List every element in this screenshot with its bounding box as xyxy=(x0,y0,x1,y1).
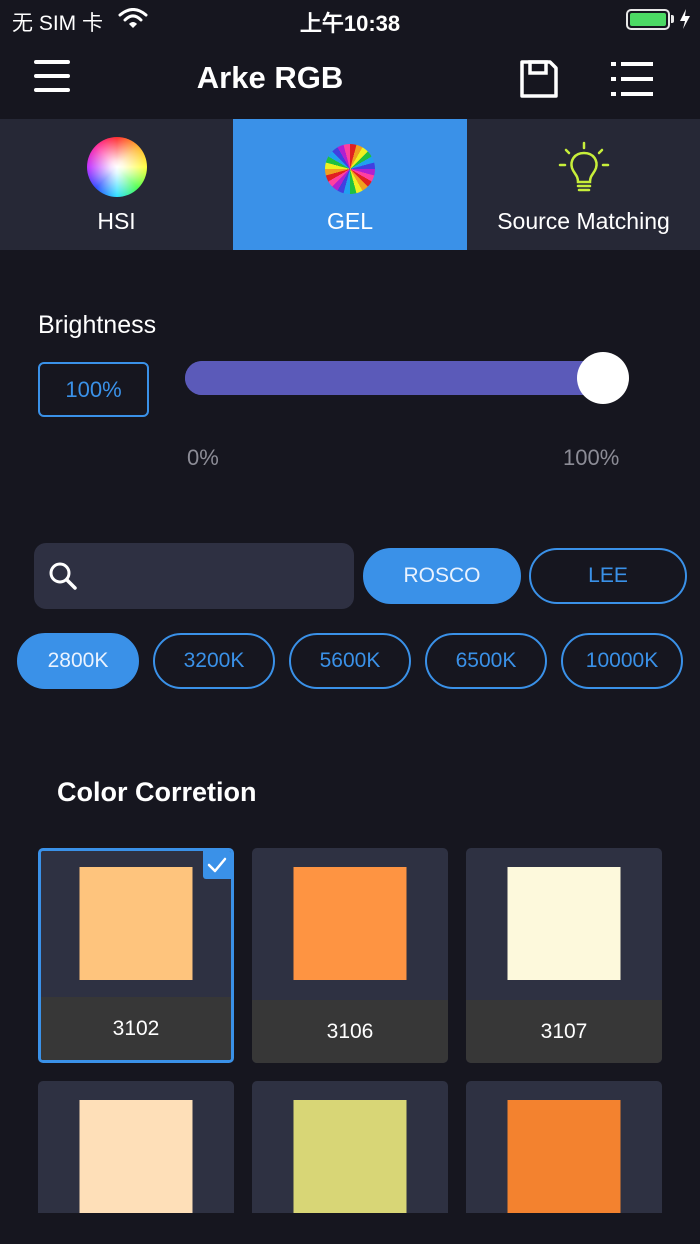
brand-rosco-button[interactable]: ROSCO xyxy=(363,548,521,604)
tab-source-matching[interactable]: Source Matching xyxy=(467,119,700,250)
battery-icon xyxy=(626,9,670,30)
bulb-icon xyxy=(558,141,609,192)
gel-card[interactable] xyxy=(252,1081,448,1213)
brand-lee-button[interactable]: LEE xyxy=(529,548,687,604)
gel-swatch xyxy=(507,1100,621,1213)
status-time: 上午10:38 xyxy=(299,11,401,36)
slider-min-label: 0% xyxy=(187,445,219,470)
brightness-slider-thumb[interactable] xyxy=(577,352,629,404)
gel-card[interactable]: 3107 xyxy=(466,848,662,1063)
gel-swatch xyxy=(79,867,193,980)
list-icon[interactable] xyxy=(611,60,653,98)
save-icon[interactable] xyxy=(518,58,560,100)
tab-gel-label: GEL xyxy=(326,208,374,234)
temp-2800k-button[interactable]: 2800K xyxy=(17,633,139,689)
section-title: Color Corretion xyxy=(57,777,257,807)
charging-bolt-icon xyxy=(680,9,690,29)
color-wheel-icon xyxy=(86,137,147,197)
temp-6500k-button[interactable]: 6500K xyxy=(425,633,547,689)
battery-fill xyxy=(630,13,666,26)
tab-hsi[interactable]: HSI xyxy=(0,119,233,250)
slider-max-label: 100% xyxy=(563,445,620,470)
gel-code: 3106 xyxy=(252,1000,448,1063)
search-icon xyxy=(49,562,77,590)
tab-source-matching-label: Source Matching xyxy=(497,208,670,234)
brightness-value-field[interactable]: 100% xyxy=(38,362,149,417)
page-title: Arke RGB xyxy=(196,60,344,95)
temp-10000k-button[interactable]: 10000K xyxy=(561,633,683,689)
menu-icon[interactable] xyxy=(34,60,70,96)
gel-swatch xyxy=(79,1100,193,1213)
tab-gel[interactable]: GEL xyxy=(233,119,467,250)
battery-tip xyxy=(671,15,674,23)
temp-5600k-button[interactable]: 5600K xyxy=(289,633,411,689)
check-icon xyxy=(203,851,231,879)
status-bar: 无 SIM 卡 上午10:38 xyxy=(0,0,700,40)
gel-wheel-icon xyxy=(325,144,375,194)
temp-3200k-button[interactable]: 3200K xyxy=(153,633,275,689)
gel-code: 3107 xyxy=(466,1000,662,1063)
tab-hsi-label: HSI xyxy=(97,208,136,234)
slider-fill xyxy=(185,361,605,395)
gel-code: 3102 xyxy=(41,997,231,1060)
search-input[interactable] xyxy=(90,555,340,597)
gel-card[interactable]: 3102 xyxy=(38,848,234,1063)
gel-card[interactable] xyxy=(38,1081,234,1213)
mode-tabs: HSI GEL Source Matching xyxy=(0,119,700,250)
gel-card[interactable]: 3106 xyxy=(252,848,448,1063)
gel-card[interactable] xyxy=(466,1081,662,1213)
gel-swatch xyxy=(293,867,407,980)
gel-swatch xyxy=(293,1100,407,1213)
gel-swatch xyxy=(507,867,621,980)
brightness-slider[interactable] xyxy=(185,361,605,395)
brightness-label: Brightness xyxy=(38,311,157,339)
nav-bar: Arke RGB xyxy=(0,40,700,119)
